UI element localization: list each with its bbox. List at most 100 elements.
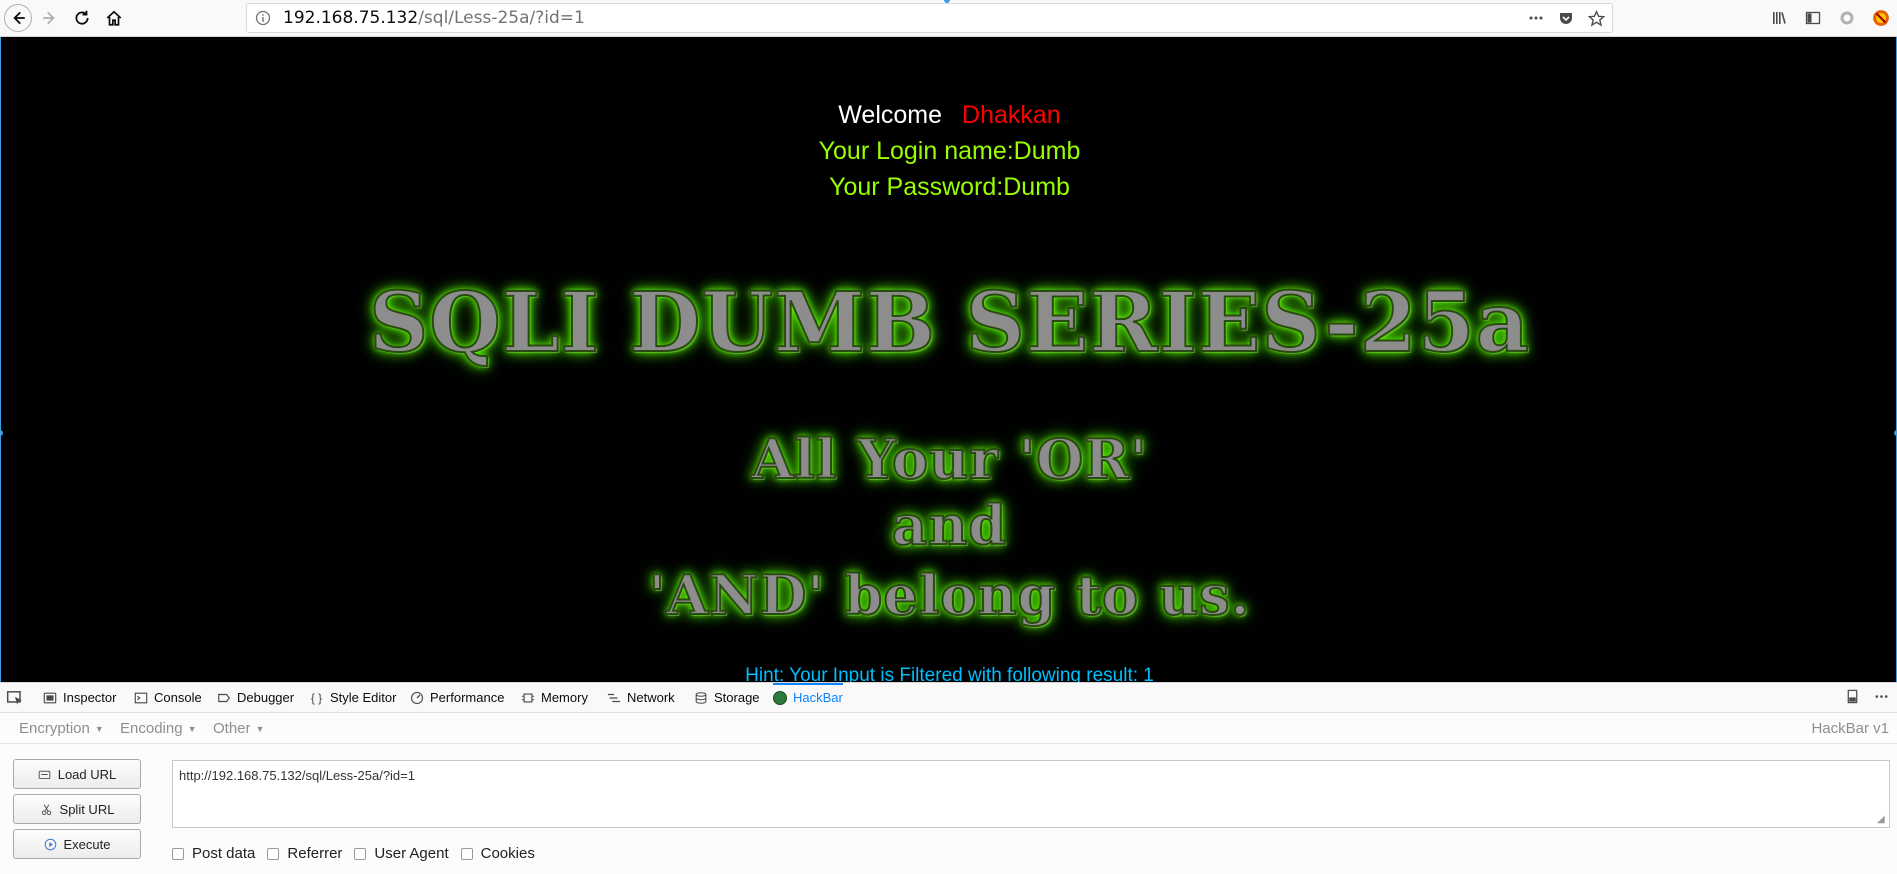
tab-label: Style Editor — [330, 690, 397, 705]
url-host: 192.168.75.132 — [283, 8, 419, 28]
tab-inspector[interactable]: Inspector — [42, 683, 116, 712]
tab-label: Console — [154, 690, 202, 705]
split-url-button[interactable]: Split URL — [13, 794, 141, 824]
tab-style-editor[interactable]: { } Style Editor — [309, 683, 397, 712]
post-data-option[interactable]: Post data — [172, 845, 255, 862]
home-button[interactable] — [100, 4, 128, 32]
caret-down-icon: ▼ — [255, 724, 265, 735]
devtools-tabbar: Inspector Console Debugger { } Style Edi… — [0, 683, 1897, 713]
console-icon — [133, 690, 148, 705]
encoding-menu[interactable]: Encoding ▼ — [120, 720, 196, 737]
dock-icon[interactable] — [1845, 689, 1860, 707]
cookies-option[interactable]: Cookies — [460, 845, 535, 862]
password-text: Your Password:Dumb — [829, 173, 1070, 201]
reload-icon — [75, 10, 89, 25]
performance-icon — [409, 690, 424, 705]
more-options-icon[interactable] — [1874, 689, 1889, 707]
tab-performance[interactable]: Performance — [409, 683, 504, 712]
url-bar[interactable]: 192.168.75.132/sql/Less-25a/?id=1 — [246, 3, 1613, 33]
user-agent-option[interactable]: User Agent — [354, 845, 449, 862]
tab-label: Memory — [541, 690, 588, 705]
tab-hackbar[interactable]: HackBar — [773, 683, 843, 712]
referrer-label: Referrer — [287, 845, 343, 862]
back-button[interactable] — [4, 4, 32, 32]
tab-network[interactable]: Network — [606, 683, 675, 712]
style-editor-icon: { } — [310, 690, 323, 705]
welcome-text: Welcome — [838, 101, 943, 129]
load-url-label: Load URL — [57, 766, 117, 782]
post-data-checkbox[interactable] — [172, 847, 184, 860]
tab-label: HackBar — [793, 690, 843, 705]
series-title-image: SQLI DUMB SERIES-25a — [368, 274, 1530, 372]
browser-toolbar: 192.168.75.132/sql/Less-25a/?id=1 — [0, 0, 1897, 37]
hackbar-menu: Encryption ▼ Encoding ▼ Other ▼ HackBar v1 — [0, 714, 1897, 744]
url-actions — [1526, 8, 1606, 28]
devtools-controls — [1845, 689, 1889, 707]
memory-icon — [520, 690, 535, 705]
back-icon — [13, 11, 25, 25]
tab-label: Inspector — [63, 690, 117, 705]
forward-icon — [43, 11, 55, 25]
toolbar-right — [1769, 8, 1891, 28]
play-icon — [44, 837, 58, 851]
more-icon[interactable] — [1526, 8, 1546, 28]
execute-button[interactable]: Execute — [13, 829, 141, 859]
slogan-line-1: All Your 'OR' — [750, 426, 1148, 492]
tab-console[interactable]: Console — [133, 683, 202, 712]
load-url-button[interactable]: Load URL — [13, 759, 141, 789]
network-icon — [606, 690, 621, 705]
reload-button[interactable] — [68, 4, 96, 32]
resize-grip-icon[interactable]: ◢ — [1877, 815, 1887, 825]
caret-down-icon: ▼ — [187, 724, 197, 735]
hackbar-options: Post data Referrer User Agent Cookies — [172, 845, 541, 862]
pocket-icon[interactable] — [1556, 8, 1576, 28]
slogan-line-3: 'AND' belong to us. — [648, 562, 1251, 628]
info-icon[interactable] — [255, 10, 271, 26]
debugger-icon — [216, 690, 231, 705]
tab-label: Network — [627, 690, 675, 705]
devtools-panel: Inspector Console Debugger { } Style Edi… — [0, 682, 1897, 874]
url-path: /sql/Less-25a/?id=1 — [418, 8, 585, 28]
user-agent-checkbox[interactable] — [354, 847, 367, 860]
user-name: Dhakkan — [962, 101, 1061, 129]
hackbar-url-value: http://192.168.75.132/sql/Less-25a/?id=1 — [179, 768, 415, 783]
encryption-menu[interactable]: Encryption ▼ — [19, 720, 104, 737]
load-url-icon — [38, 767, 52, 781]
cookies-label: Cookies — [480, 845, 535, 862]
sidebar-icon[interactable] — [1803, 8, 1823, 28]
extension-icon[interactable] — [1871, 8, 1891, 28]
tab-storage[interactable]: Storage — [693, 683, 760, 712]
slogan-line-2: and — [891, 492, 1007, 558]
referrer-option[interactable]: Referrer — [267, 845, 342, 862]
tab-label: Debugger — [237, 690, 295, 705]
hackbar-url-input[interactable]: http://192.168.75.132/sql/Less-25a/?id=1… — [172, 760, 1890, 828]
tab-label: Performance — [430, 690, 505, 705]
caret-down-icon: ▼ — [94, 724, 104, 735]
library-icon[interactable] — [1769, 8, 1789, 28]
inspector-icon — [42, 690, 57, 705]
other-label: Other — [213, 720, 251, 737]
element-picker-icon[interactable] — [6, 689, 24, 707]
user-agent-label: User Agent — [374, 845, 449, 862]
tab-label: Storage — [714, 690, 760, 705]
split-url-label: Split URL — [59, 801, 115, 817]
tab-debugger[interactable]: Debugger — [216, 683, 294, 712]
scissors-icon — [40, 802, 54, 816]
cookies-checkbox[interactable] — [460, 847, 473, 860]
storage-icon — [693, 690, 708, 705]
login-name-text: Your Login name:Dumb — [818, 137, 1081, 165]
bookmark-star-icon[interactable] — [1586, 8, 1606, 28]
referrer-checkbox[interactable] — [267, 847, 280, 860]
tab-memory[interactable]: Memory — [520, 683, 588, 712]
url-text[interactable]: 192.168.75.132/sql/Less-25a/?id=1 — [283, 8, 585, 28]
web-page: Welcome Dhakkan Your Login name:Dumb Your… — [0, 37, 1897, 682]
account-icon[interactable] — [1837, 8, 1857, 28]
post-data-label: Post data — [192, 845, 256, 862]
other-menu[interactable]: Other ▼ — [213, 720, 264, 737]
welcome-line: Welcome Dhakkan — [1, 101, 1896, 130]
forward-button[interactable] — [36, 4, 64, 32]
encryption-label: Encryption — [19, 720, 90, 737]
execute-label: Execute — [63, 836, 111, 852]
hackbar-version: HackBar v1 — [1811, 720, 1889, 737]
hackbar-icon — [773, 690, 787, 705]
